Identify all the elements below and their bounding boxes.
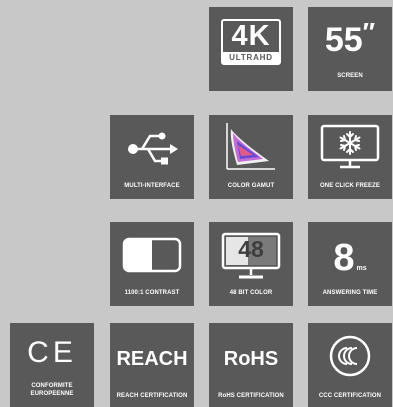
contrast-icon (122, 237, 182, 273)
tile-rohs: RoHS RoHS CERTIFICATION (209, 323, 293, 407)
contrast-caption: 1100:1 CONTRAST (124, 290, 180, 296)
tile-48-bit-color: 48 48 BIT COLOR (209, 222, 293, 306)
answering-time-caption: ANSWERING TIME (322, 290, 378, 296)
answering-time-number: 8 (333, 237, 355, 279)
tile-ce: CE CONFORMITE EUROPEENNE (10, 323, 94, 407)
ultrahd-label-band: ULTRAHD (223, 52, 279, 63)
usb-icon (126, 127, 178, 169)
answering-time-value: 8 ms (308, 239, 392, 277)
color-gamut-icon (223, 121, 279, 173)
ce-mark: CE (27, 336, 77, 369)
4k-label: 4K (231, 20, 271, 52)
screen-size-inch-mark: ″ (362, 17, 376, 47)
ultrahd-label: ULTRAHD (229, 53, 273, 62)
tile-reach: REACH REACH CERTIFICATION (110, 323, 194, 407)
rohs-mark: RoHS (223, 348, 279, 370)
multi-interface-caption: MULTI-INTERFACE (124, 183, 180, 189)
ce-caption-line2: EUROPEENNE (30, 391, 74, 397)
screen-size-value: 55″ (308, 19, 392, 59)
ccc-caption: CCC CERTIFICATION (318, 393, 382, 399)
ccc-logo-icon (329, 335, 371, 377)
answering-time-unit: ms (356, 265, 367, 272)
tile-contrast: 1100:1 CONTRAST (110, 222, 194, 306)
color-gamut-caption: COLOR GAMUT (227, 183, 275, 189)
bit-color-caption-bold: BIT COLOR (238, 290, 273, 296)
ce-caption-line1: CONFORMITE (31, 383, 73, 389)
monitor-icon: 48 (221, 232, 281, 280)
tile-multi-interface: MULTI-INTERFACE (110, 115, 194, 199)
rohs-caption: RoHS CERTIFICATION (218, 393, 284, 399)
tile-ccc: CCC CERTIFICATION (308, 323, 392, 407)
tile-color-gamut: COLOR GAMUT (209, 115, 293, 199)
bit-color-caption: 48 BIT COLOR (209, 290, 293, 297)
screen-caption: SCREEN (337, 73, 363, 79)
bit-color-number: 48 (238, 236, 264, 262)
screen-size-number: 55 (324, 21, 363, 59)
tile-answering-time: 8 ms ANSWERING TIME (308, 222, 392, 306)
reach-mark: REACH (116, 348, 188, 370)
snowflake-monitor-icon (320, 124, 380, 170)
4k-ultrahd-badge-icon: 4K ULTRAHD (221, 19, 281, 65)
tile-screen-size: 55″ SCREEN (308, 7, 392, 91)
reach-caption: REACH CERTIFICATION (116, 393, 188, 399)
tile-4k-ultrahd: 4K ULTRAHD (209, 7, 293, 91)
one-click-freeze-caption: ONE CLICK FREEZE (320, 183, 380, 189)
tile-one-click-freeze: ONE CLICK FREEZE (308, 115, 392, 199)
